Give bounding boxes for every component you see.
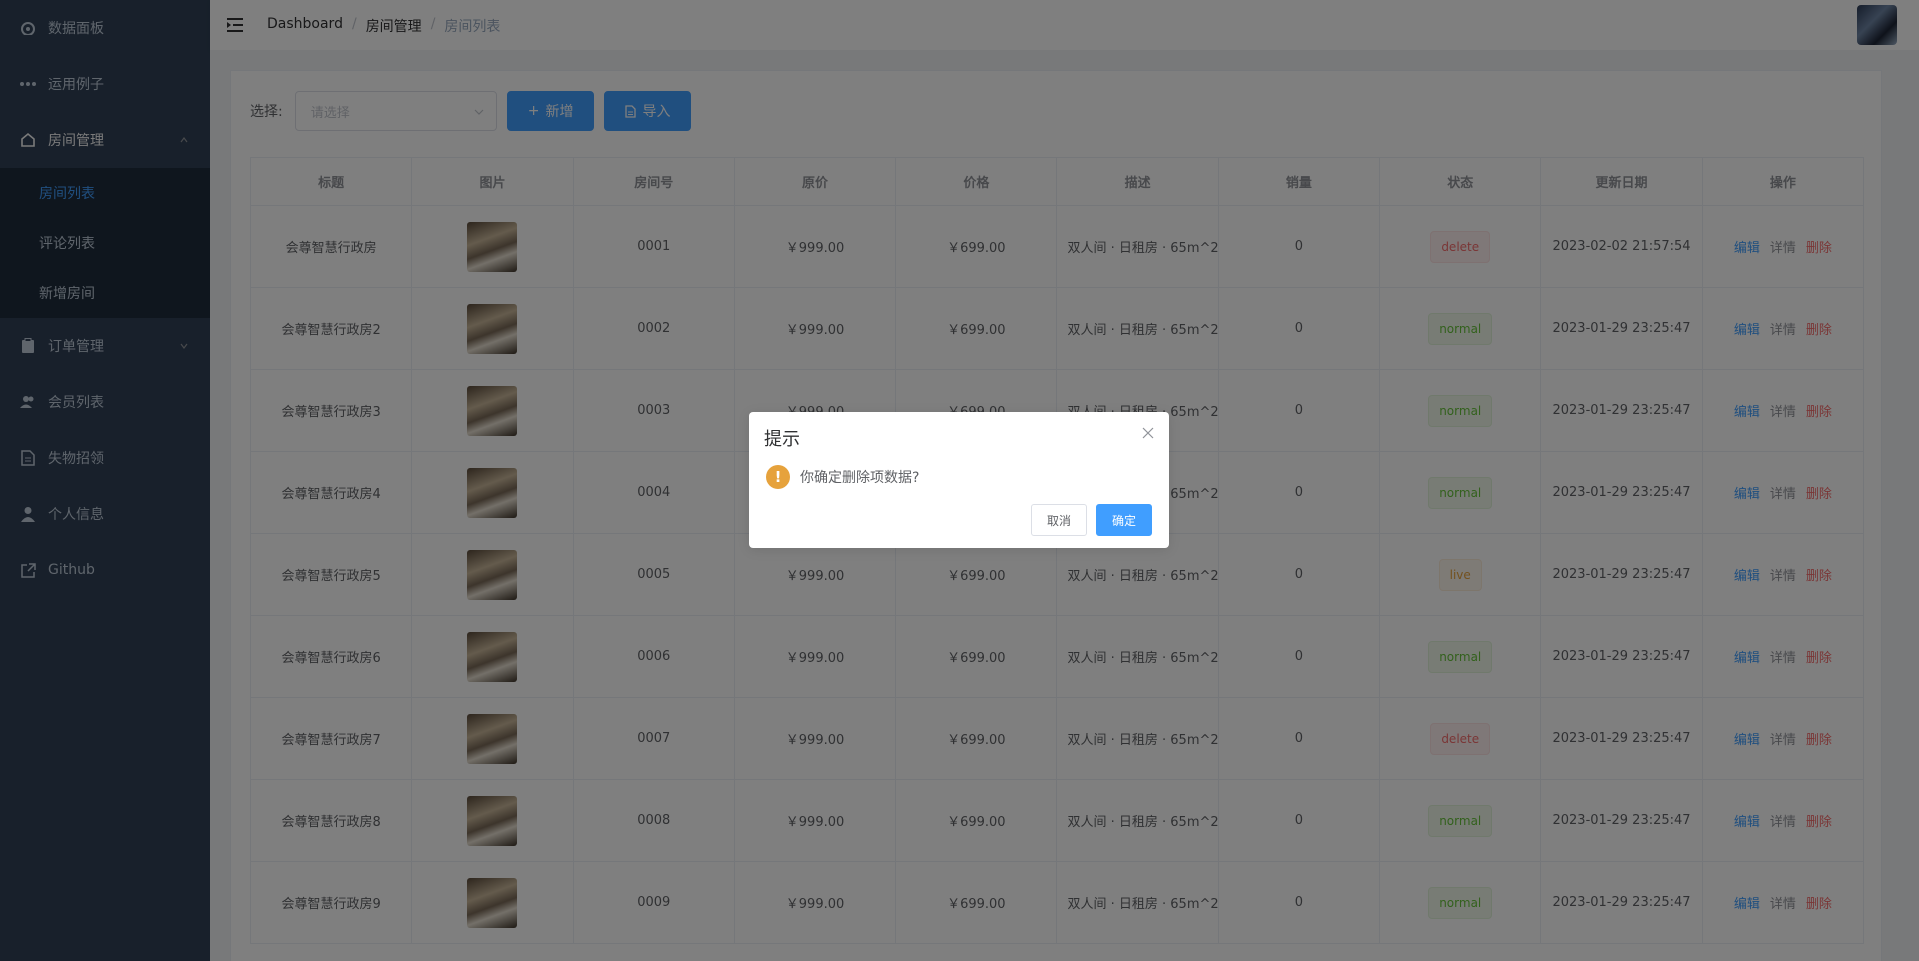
- close-icon[interactable]: [1142, 427, 1154, 439]
- cancel-button[interactable]: 取消: [1031, 504, 1088, 536]
- dialog-message: ! 你确定删除项数据?: [766, 465, 919, 489]
- dialog-message-text: 你确定删除项数据?: [800, 470, 920, 486]
- confirm-dialog: 提示 ! 你确定删除项数据? 取消 确定: [749, 412, 1169, 548]
- warning-icon: !: [766, 465, 790, 489]
- dialog-title: 提示: [764, 429, 800, 450]
- confirm-button[interactable]: 确定: [1096, 504, 1153, 536]
